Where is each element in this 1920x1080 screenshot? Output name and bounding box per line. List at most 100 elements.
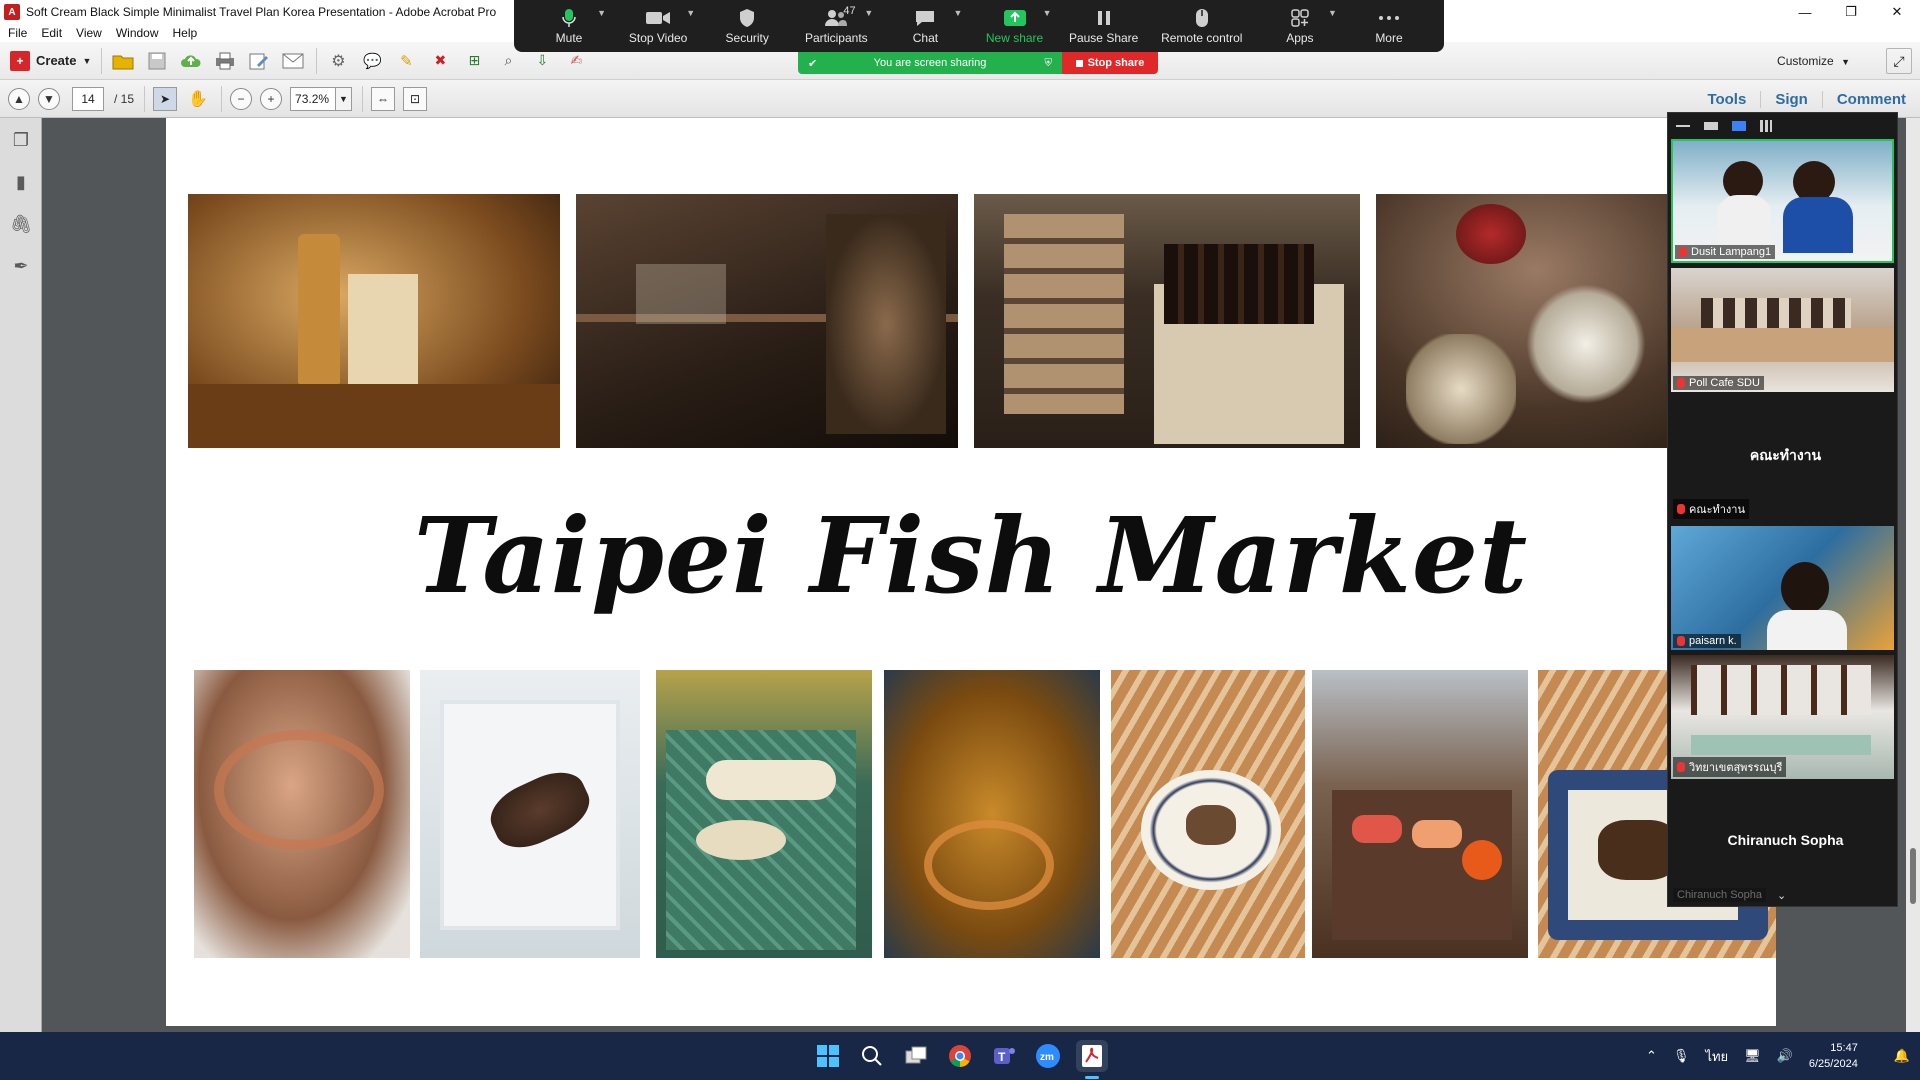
stop-video-button[interactable]: Stop Video ▼ [615, 0, 701, 52]
open-folder-button[interactable] [110, 48, 136, 74]
minimize-button[interactable]: — [1782, 0, 1828, 24]
fit-page-button[interactable]: ⊡ [403, 86, 428, 111]
participant-tile[interactable]: Dusit Lampang1 [1671, 139, 1894, 263]
tray-overflow-chevron-icon[interactable]: ⌃ [1646, 1048, 1657, 1064]
speaker-view-icon[interactable] [1732, 121, 1746, 131]
zoom-taskbar-button[interactable]: zm [1032, 1040, 1064, 1072]
shield-icon [734, 8, 760, 28]
participant-tile[interactable]: Poll Cafe SDU [1671, 268, 1894, 392]
new-share-button[interactable]: New share ▼ [972, 0, 1058, 52]
zoom-in-button[interactable]: + [260, 87, 283, 110]
page-number-input[interactable]: 14 [72, 86, 104, 111]
envelope-icon [282, 53, 304, 68]
zoom-dropdown[interactable]: ▼ [336, 86, 353, 111]
navigation-toolbar: ▲ ▼ 14 / 15 ➤ ✋ − + 73.2% ▼ ⇔ ⊡ Tools Si… [0, 80, 1920, 118]
minimize-view-icon[interactable] [1676, 125, 1690, 127]
microphone-in-use-icon[interactable]: 🎙 [1673, 1048, 1690, 1064]
close-button[interactable]: ✕ [1874, 0, 1920, 24]
chrome-taskbar-button[interactable] [944, 1040, 976, 1072]
menu-view[interactable]: View [76, 26, 102, 40]
chevron-down-icon[interactable]: ⌄ [1777, 889, 1786, 902]
remote-control-button[interactable]: Remote control [1150, 0, 1254, 52]
comment-bubble-button[interactable]: 💬 [359, 48, 385, 74]
fullscreen-button[interactable]: ⤢ [1886, 48, 1912, 74]
highlighter-icon: ✎ [400, 52, 413, 70]
document-viewport[interactable]: Taipei Fish Market [42, 118, 1920, 1032]
page-thumbnails-button[interactable]: ❐ [9, 128, 33, 152]
next-page-button[interactable]: ▼ [38, 87, 60, 110]
tab-sign[interactable]: Sign [1760, 90, 1822, 108]
customize-dropdown[interactable]: Customize ▼ [1777, 54, 1850, 68]
chat-button[interactable]: Chat ▼ [882, 0, 968, 52]
tab-comment[interactable]: Comment [1821, 90, 1920, 108]
settings-button[interactable]: ⚙ [325, 48, 351, 74]
stop-square-icon [1075, 59, 1083, 67]
chevron-down-icon[interactable]: ▼ [1328, 8, 1337, 18]
bookmarks-button[interactable]: ▮ [9, 170, 33, 194]
attachments-button[interactable]: 🖇 [9, 212, 33, 236]
acrobat-icon [1082, 1045, 1102, 1067]
participant-tile[interactable]: Chiranuch Sopha Chiranuch Sopha ⌄ [1671, 784, 1894, 904]
menu-edit[interactable]: Edit [41, 26, 62, 40]
delete-page-button[interactable]: ✖ [427, 48, 453, 74]
highlight-button[interactable]: ✎ [393, 48, 419, 74]
insert-page-icon: ⊞ [468, 52, 481, 68]
maximize-button[interactable]: ❐ [1828, 0, 1874, 24]
signatures-button[interactable]: ✒ [9, 254, 33, 278]
menu-help[interactable]: Help [173, 26, 198, 40]
notification-icon[interactable]: 🔔 [1894, 1048, 1910, 1064]
volume-icon[interactable]: 🔊 [1777, 1048, 1793, 1064]
participants-button[interactable]: 47 Participants ▼ [793, 0, 879, 52]
previous-page-button[interactable]: ▲ [8, 87, 30, 110]
menu-window[interactable]: Window [116, 26, 159, 40]
teams-taskbar-button[interactable]: T [988, 1040, 1020, 1072]
chevron-down-icon[interactable]: ▼ [864, 8, 873, 18]
apps-button[interactable]: Apps ▼ [1257, 0, 1343, 52]
input-language[interactable]: ไทย [1705, 1046, 1728, 1067]
participant-tile[interactable]: paisarn k. [1671, 526, 1894, 650]
mute-button[interactable]: Mute ▼ [526, 0, 612, 52]
print-button[interactable] [212, 48, 238, 74]
speech-bubble-icon: 💬 [363, 52, 382, 70]
participant-tile[interactable]: วิทยาเขตสุพรรณบุรี [1671, 655, 1894, 779]
sharing-indicator[interactable]: ✔ You are screen sharing ⛨ [798, 52, 1062, 74]
task-view-button[interactable] [900, 1040, 932, 1072]
chevron-down-icon: ▼ [82, 55, 92, 66]
save-button[interactable] [144, 48, 170, 74]
pause-share-button[interactable]: Pause Share [1061, 0, 1147, 52]
menu-file[interactable]: File [8, 26, 27, 40]
search-doc-button[interactable]: ⌕ [495, 48, 521, 74]
pdf-page: Taipei Fish Market [166, 118, 1776, 1026]
insert-page-button[interactable]: ⊞ [461, 48, 487, 74]
edit-button[interactable] [246, 48, 272, 74]
scrollbar-thumb[interactable] [1910, 848, 1916, 904]
grid-view-icon[interactable] [1760, 120, 1772, 132]
start-button[interactable] [812, 1040, 844, 1072]
create-button[interactable]: + Create ▼ [10, 50, 92, 71]
zoom-level-input[interactable]: 73.2% [290, 86, 337, 111]
network-icon[interactable]: 🖥 [1744, 1048, 1761, 1064]
participant-name: Chiranuch Sopha [1677, 889, 1763, 901]
single-view-icon[interactable] [1704, 122, 1718, 130]
chevron-down-icon[interactable]: ▼ [1043, 8, 1052, 18]
chevron-down-icon[interactable]: ▼ [597, 8, 606, 18]
acrobat-taskbar-button[interactable] [1076, 1040, 1108, 1072]
chevron-down-icon[interactable]: ▼ [686, 8, 695, 18]
stop-share-button[interactable]: Stop share [1062, 52, 1158, 74]
vertical-scrollbar[interactable] [1906, 118, 1920, 1032]
taskbar-search-button[interactable] [856, 1040, 888, 1072]
email-button[interactable] [280, 48, 306, 74]
taskbar-clock[interactable]: 15:47 6/25/2024 [1809, 1040, 1858, 1072]
participant-tile[interactable]: คณะทำงาน คณะทำงาน [1671, 397, 1894, 521]
more-button[interactable]: More [1346, 0, 1432, 52]
zoom-video-gallery: Dusit Lampang1 Poll Cafe SDU คณะทำงาน คณ… [1667, 112, 1898, 907]
video-icon [645, 8, 671, 28]
fit-width-button[interactable]: ⇔ [371, 86, 396, 111]
zoom-out-button[interactable]: − [230, 87, 253, 110]
hand-tool-button[interactable]: ✋ [185, 86, 211, 112]
tab-tools[interactable]: Tools [1693, 91, 1760, 108]
select-tool-button[interactable]: ➤ [153, 86, 178, 111]
upload-button[interactable] [178, 48, 204, 74]
chevron-down-icon[interactable]: ▼ [954, 8, 963, 18]
security-button[interactable]: Security [704, 0, 790, 52]
